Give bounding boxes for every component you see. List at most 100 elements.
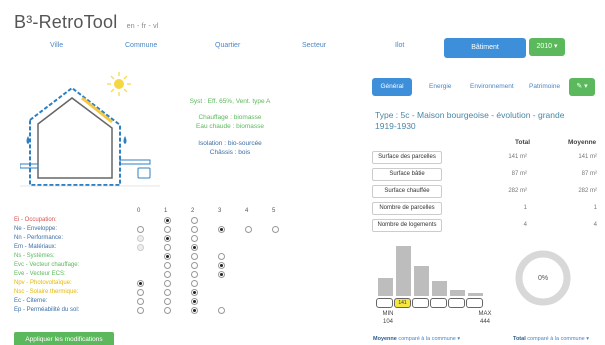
histogram-bin[interactable]: 141 (394, 298, 411, 308)
radio-materiaux-2[interactable] (191, 244, 198, 251)
radio-enveloppe-0[interactable] (137, 226, 144, 233)
tab-environnement[interactable]: Environnement (470, 78, 514, 96)
footer-moyenne-bold: Moyenne (373, 336, 397, 342)
col-header-total: Total (515, 139, 531, 146)
tab-general[interactable]: Général (372, 78, 412, 96)
radio-permeabilite-2[interactable] (191, 307, 198, 314)
radio-systemes-3[interactable] (218, 253, 225, 260)
stat-avg-nombre-logements: 4 (593, 222, 597, 228)
radio-enveloppe-3[interactable] (218, 226, 225, 233)
radio-materiaux-1[interactable] (164, 244, 171, 251)
histogram-bin[interactable] (412, 298, 429, 308)
nav-batiment[interactable]: Bâtiment (444, 38, 526, 58)
histogram-bar (450, 290, 465, 296)
nav-ilot[interactable]: Ilot (395, 42, 404, 49)
stat-label-nombre-logements[interactable]: Nombre de logements (372, 219, 442, 232)
tab-patrimoine[interactable]: Patrimoine (529, 78, 560, 96)
radio-citerne-2[interactable] (191, 298, 198, 305)
histogram-bin[interactable] (448, 298, 465, 308)
stat-avg-surface-chauffee: 282 m² (578, 188, 597, 194)
radio-performance-0[interactable] (137, 235, 144, 242)
nav-commune[interactable]: Commune (125, 42, 157, 49)
radio-enveloppe-1[interactable] (164, 226, 171, 233)
radio-performance-1[interactable] (164, 235, 171, 242)
histogram-bar (468, 293, 483, 296)
radio-performance-2[interactable] (191, 235, 198, 242)
radio-systemes-1[interactable] (164, 253, 171, 260)
info-isolation: Isolation : bio-sourcée (198, 140, 262, 147)
water-drop-icon (26, 136, 30, 144)
donut-chart: 0% (515, 250, 571, 306)
nav-secteur[interactable]: Secteur (302, 42, 326, 49)
radio-vecteur-ecs-1[interactable] (164, 271, 171, 278)
stat-total-nombre-logements: 4 (523, 222, 527, 228)
footer-total[interactable]: Total comparé à la commune ▾ (513, 336, 589, 342)
radio-solaire-thermique-2[interactable] (191, 289, 198, 296)
tab-energie[interactable]: Energie (429, 78, 451, 96)
col-header-average: Moyenne (568, 139, 597, 146)
sun-icon (107, 72, 131, 96)
hist-max-label: MAX (478, 311, 492, 317)
top-nav: Ville Commune Quartier Secteur Ilot Bâti… (0, 38, 605, 58)
radio-citerne-1[interactable] (164, 298, 171, 305)
histogram-bar (396, 246, 411, 296)
row-label-enveloppe: Ne - Enveloppe: (14, 226, 58, 232)
radio-permeabilite-0[interactable] (137, 307, 144, 314)
histogram-bar (378, 278, 393, 296)
radio-solaire-thermique-0[interactable] (137, 289, 144, 296)
radio-photovoltaique-1[interactable] (164, 280, 171, 287)
row-label-permeabilite: Ep - Perméabilité du sol: (14, 307, 80, 313)
radio-permeabilite-3[interactable] (218, 307, 225, 314)
hist-max-value: 444 (479, 319, 490, 325)
footer-total-text: comparé à la commune ▾ (527, 336, 590, 342)
stat-avg-surface-batie: 87 m² (581, 171, 597, 177)
histogram-bin[interactable] (466, 298, 483, 308)
matrix-col-2: 2 (191, 208, 195, 214)
radio-occupation-1[interactable] (164, 217, 171, 224)
stat-total-surface-parcelles: 141 m² (508, 154, 527, 160)
year-dropdown[interactable]: 2010 ▾ (529, 38, 565, 56)
donut-value: 0% (538, 275, 548, 282)
stat-total-surface-batie: 87 m² (511, 171, 527, 177)
nav-ville[interactable]: Ville (50, 42, 63, 49)
row-label-citerne: Ec - Citerne: (14, 298, 48, 304)
radio-photovoltaique-2[interactable] (191, 280, 198, 287)
edit-dropdown-button[interactable]: ✎ ▾ (569, 78, 595, 96)
radio-vecteur-chauffage-2[interactable] (191, 262, 198, 269)
radio-enveloppe-5[interactable] (272, 226, 279, 233)
language-switcher[interactable]: en - fr - vl (127, 23, 159, 30)
histogram-bin[interactable] (376, 298, 393, 308)
radio-citerne-0[interactable] (137, 298, 144, 305)
row-label-occupation: Ei - Occupation: (14, 217, 57, 223)
radio-occupation-2[interactable] (191, 217, 198, 224)
matrix-col-1: 1 (164, 208, 168, 214)
radio-enveloppe-4[interactable] (245, 226, 252, 233)
radio-photovoltaique-0[interactable] (137, 280, 144, 287)
radio-materiaux-0[interactable] (137, 244, 144, 251)
radio-vecteur-ecs-3[interactable] (218, 271, 225, 278)
radio-systemes-2[interactable] (191, 253, 198, 260)
radio-vecteur-chauffage-1[interactable] (164, 262, 171, 269)
stat-total-surface-chauffee: 282 m² (508, 188, 527, 194)
apply-changes-button[interactable]: Appliquer les modifications (14, 332, 114, 345)
radio-solaire-thermique-1[interactable] (164, 289, 171, 296)
hist-min-label: MIN (382, 311, 394, 317)
hist-min-value: 104 (382, 319, 393, 325)
footer-moyenne[interactable]: Moyenne comparé à la commune ▾ (373, 336, 460, 342)
radio-vecteur-ecs-2[interactable] (191, 271, 198, 278)
stat-label-surface-parcelles[interactable]: Surface des parcelles (372, 151, 442, 164)
radio-permeabilite-1[interactable] (164, 307, 171, 314)
stat-label-surface-chauffee[interactable]: Surface chauffée (372, 185, 442, 198)
matrix-col-4: 4 (245, 208, 249, 214)
histogram-bin[interactable] (430, 298, 447, 308)
stat-label-nombre-parcelles[interactable]: Nombre de parcelles (372, 202, 442, 215)
radio-vecteur-chauffage-3[interactable] (218, 262, 225, 269)
stat-avg-nombre-parcelles: 1 (593, 205, 597, 211)
app-title: B³-RetroTool en - fr - vl (14, 12, 159, 33)
stat-label-surface-batie[interactable]: Surface bâtie (372, 168, 442, 181)
nav-quartier[interactable]: Quartier (215, 42, 240, 49)
water-drop-right-icon (123, 136, 127, 144)
cistern-icon (137, 167, 151, 179)
radio-enveloppe-2[interactable] (191, 226, 198, 233)
stat-total-nombre-parcelles: 1 (523, 205, 527, 211)
